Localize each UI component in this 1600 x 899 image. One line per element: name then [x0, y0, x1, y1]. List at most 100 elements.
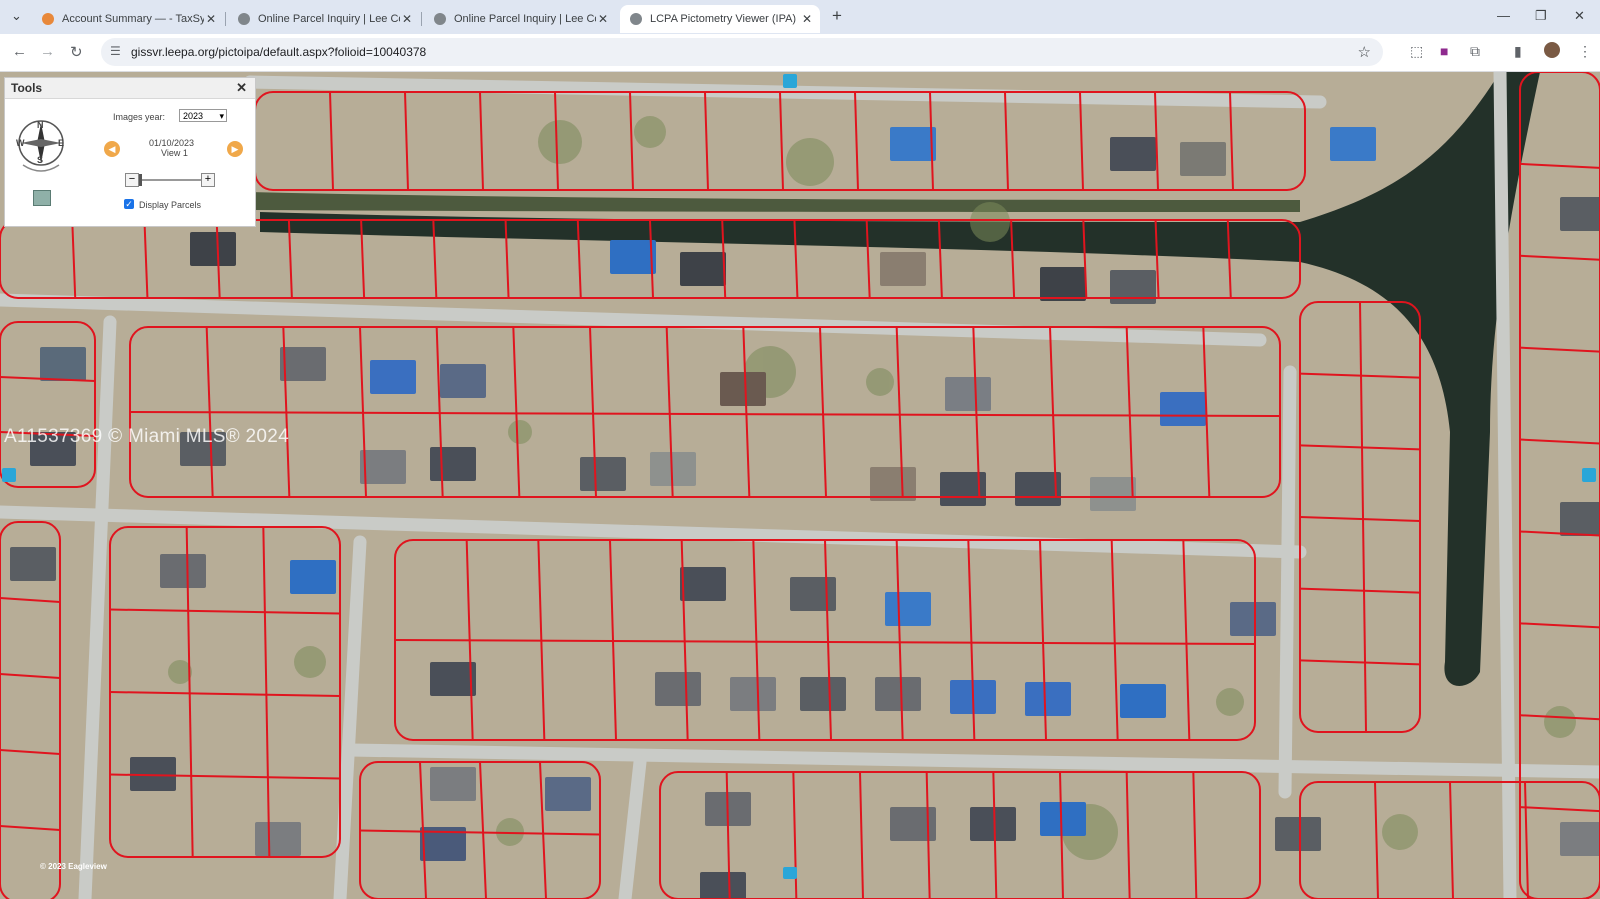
- house-roof: [945, 377, 991, 411]
- house-roof: [370, 360, 416, 394]
- image-date: 01/10/2023: [149, 138, 195, 148]
- photo-marker-icon[interactable]: [1582, 468, 1596, 482]
- minimize-icon[interactable]: —: [1497, 8, 1510, 23]
- puzzle-icon[interactable]: ⧉: [1470, 43, 1480, 60]
- house-roof: [870, 467, 916, 501]
- tab-title: LCPA Pictometry Viewer (IPA): [650, 13, 797, 25]
- house-roof: [160, 554, 206, 588]
- house-roof: [1560, 822, 1600, 856]
- address-bar[interactable]: ☰ gissvr.leepa.org/pictoipa/default.aspx…: [101, 38, 1383, 66]
- tab-pictometry-viewer[interactable]: LCPA Pictometry Viewer (IPA) ✕: [620, 5, 820, 33]
- house-roof: [1180, 142, 1226, 176]
- menu-icon[interactable]: ⋮: [1578, 43, 1592, 60]
- tab-search-icon[interactable]: ⌄: [11, 8, 22, 24]
- tab-separator: [225, 12, 226, 26]
- images-year-select[interactable]: 2023 ▾: [179, 109, 227, 122]
- tab-title: Account Summary — - TaxSys -: [62, 13, 204, 25]
- profile-avatar[interactable]: [1544, 42, 1560, 58]
- house-roof: [1560, 197, 1600, 231]
- house-roof: [1120, 684, 1166, 718]
- display-parcels-checkbox[interactable]: ✓: [124, 199, 134, 209]
- house-roof: [430, 662, 476, 696]
- house-roof: [730, 677, 776, 711]
- house-roof: [1160, 392, 1206, 426]
- house-roof: [1025, 682, 1071, 716]
- zoom-slider-handle[interactable]: [139, 174, 142, 186]
- globe-icon: [630, 13, 642, 25]
- extension-icon[interactable]: ■: [1440, 43, 1448, 59]
- images-year-label: Images year:: [113, 112, 166, 122]
- layers-icon[interactable]: [33, 190, 51, 206]
- zoom-out-icon[interactable]: −: [125, 173, 139, 187]
- house-roof: [875, 677, 921, 711]
- house-roof: [680, 252, 726, 286]
- close-tab-icon[interactable]: ✕: [800, 12, 814, 26]
- reload-icon[interactable]: ↻: [70, 43, 83, 61]
- house-roof: [580, 457, 626, 491]
- globe-icon: [238, 13, 250, 25]
- next-image-icon[interactable]: ▶: [227, 141, 243, 157]
- house-roof: [970, 807, 1016, 841]
- house-roof: [190, 232, 236, 266]
- house-roof: [290, 560, 336, 594]
- cast-icon[interactable]: ⬚: [1410, 43, 1423, 60]
- restore-icon[interactable]: ❐: [1535, 8, 1547, 24]
- house-roof: [1230, 602, 1276, 636]
- tab-strip: ⌄ Account Summary — - TaxSys - ✕ Online …: [0, 0, 1600, 34]
- tab-title: Online Parcel Inquiry | Lee Cour: [454, 13, 596, 25]
- house-roof: [1110, 137, 1156, 171]
- house-roof: [40, 347, 86, 381]
- new-tab-icon[interactable]: +: [832, 6, 842, 26]
- images-year-value: 2023: [183, 111, 204, 121]
- house-roof: [880, 252, 926, 286]
- compass-south-label: S: [37, 155, 44, 165]
- house-roof: [885, 592, 931, 626]
- house-roof: [1330, 127, 1376, 161]
- tools-panel-title: Tools: [11, 81, 43, 95]
- forward-icon[interactable]: →: [40, 43, 55, 60]
- back-icon[interactable]: ←: [12, 43, 27, 60]
- house-roof: [700, 872, 746, 899]
- tab-separator: [421, 12, 422, 26]
- house-roof: [680, 567, 726, 601]
- house-roof: [430, 447, 476, 481]
- tab-account-summary[interactable]: Account Summary — - TaxSys - ✕: [32, 5, 224, 33]
- zoom-in-icon[interactable]: +: [201, 173, 215, 187]
- house-roof: [255, 822, 301, 856]
- photo-marker-icon[interactable]: [2, 468, 16, 482]
- house-roof: [800, 677, 846, 711]
- close-tab-icon[interactable]: ✕: [596, 12, 610, 26]
- close-tab-icon[interactable]: ✕: [400, 12, 414, 26]
- house-roof: [610, 240, 656, 274]
- display-parcels-label: Display Parcels: [139, 200, 202, 210]
- eagleview-copyright: © 2023 Eagleview: [40, 862, 107, 871]
- house-roof: [545, 777, 591, 811]
- close-window-icon[interactable]: ✕: [1574, 8, 1585, 24]
- zoom-slider[interactable]: − +: [125, 173, 215, 187]
- house-roof: [655, 672, 701, 706]
- house-roof: [430, 767, 476, 801]
- view-label: View 1: [161, 148, 188, 158]
- house-roof: [720, 372, 766, 406]
- house-roof: [1275, 817, 1321, 851]
- close-tab-icon[interactable]: ✕: [204, 12, 218, 26]
- house-roof: [280, 347, 326, 381]
- tools-panel-header: Tools ✕: [5, 78, 255, 99]
- url-text[interactable]: gissvr.leepa.org/pictoipa/default.aspx?f…: [131, 45, 426, 59]
- tab-title: Online Parcel Inquiry | Lee Cour: [258, 13, 400, 25]
- tab-parcel-inquiry-1[interactable]: Online Parcel Inquiry | Lee Cour ✕: [228, 5, 420, 33]
- side-panel-icon[interactable]: ▮: [1514, 43, 1522, 60]
- close-icon[interactable]: ✕: [236, 80, 247, 96]
- photo-marker-icon[interactable]: [783, 867, 797, 879]
- house-roof: [10, 547, 56, 581]
- photo-marker-icon[interactable]: [783, 74, 797, 88]
- house-roof: [1040, 267, 1086, 301]
- tab-parcel-inquiry-2[interactable]: Online Parcel Inquiry | Lee Cour ✕: [424, 5, 616, 33]
- globe-icon: [434, 13, 446, 25]
- bookmark-star-icon[interactable]: ☆: [1358, 43, 1371, 61]
- site-info-icon[interactable]: ☰: [110, 44, 121, 58]
- previous-image-icon[interactable]: ◀: [104, 141, 120, 157]
- chevron-down-icon: ▾: [219, 111, 224, 121]
- house-roof: [890, 127, 936, 161]
- mls-watermark: A11537369 © Miami MLS® 2024: [4, 426, 290, 447]
